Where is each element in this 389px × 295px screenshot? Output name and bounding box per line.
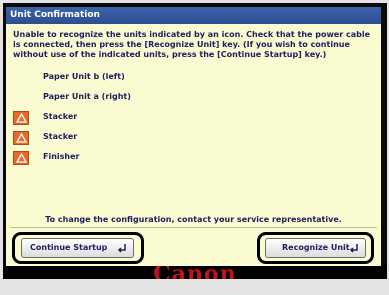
unit-label: Stacker (43, 112, 78, 121)
button-label: Recognize Unit (282, 243, 350, 252)
warning-triangle-icon (13, 131, 29, 145)
warning-triangle-icon (13, 111, 29, 125)
unit-row-paper-unit-a: Paper Unit a (right) (12, 89, 374, 109)
unit-label: Paper Unit b (left) (43, 72, 125, 81)
unit-row-finisher: Finisher (12, 149, 374, 169)
unit-label: Finisher (43, 152, 80, 161)
divider (10, 227, 377, 228)
dialog-message: Unable to recognize the units indicated … (13, 30, 371, 59)
service-note: To change the configuration, contact you… (45, 215, 342, 224)
logo-area: Canon (3, 265, 387, 279)
unit-row-stacker-2: Stacker (12, 129, 374, 149)
continue-startup-button[interactable]: Continue Startup (21, 238, 134, 258)
button-label: Continue Startup (30, 243, 108, 252)
canon-logo: Canon (153, 265, 237, 279)
dialog-title: Unit Confirmation (6, 7, 381, 24)
enter-icon (349, 244, 358, 253)
recognize-unit-button[interactable]: Recognize Unit (265, 238, 366, 258)
unit-row-paper-unit-b: Paper Unit b (left) (12, 69, 374, 89)
touch-screen: Unit Confirmation Unable to recognize th… (6, 7, 381, 266)
warning-triangle-icon (13, 151, 29, 165)
enter-icon (117, 244, 126, 253)
unit-list: Paper Unit b (left) Paper Unit a (right)… (12, 69, 374, 169)
unit-label: Paper Unit a (right) (43, 92, 131, 101)
unit-row-stacker-1: Stacker (12, 109, 374, 129)
unit-label: Stacker (43, 132, 78, 141)
